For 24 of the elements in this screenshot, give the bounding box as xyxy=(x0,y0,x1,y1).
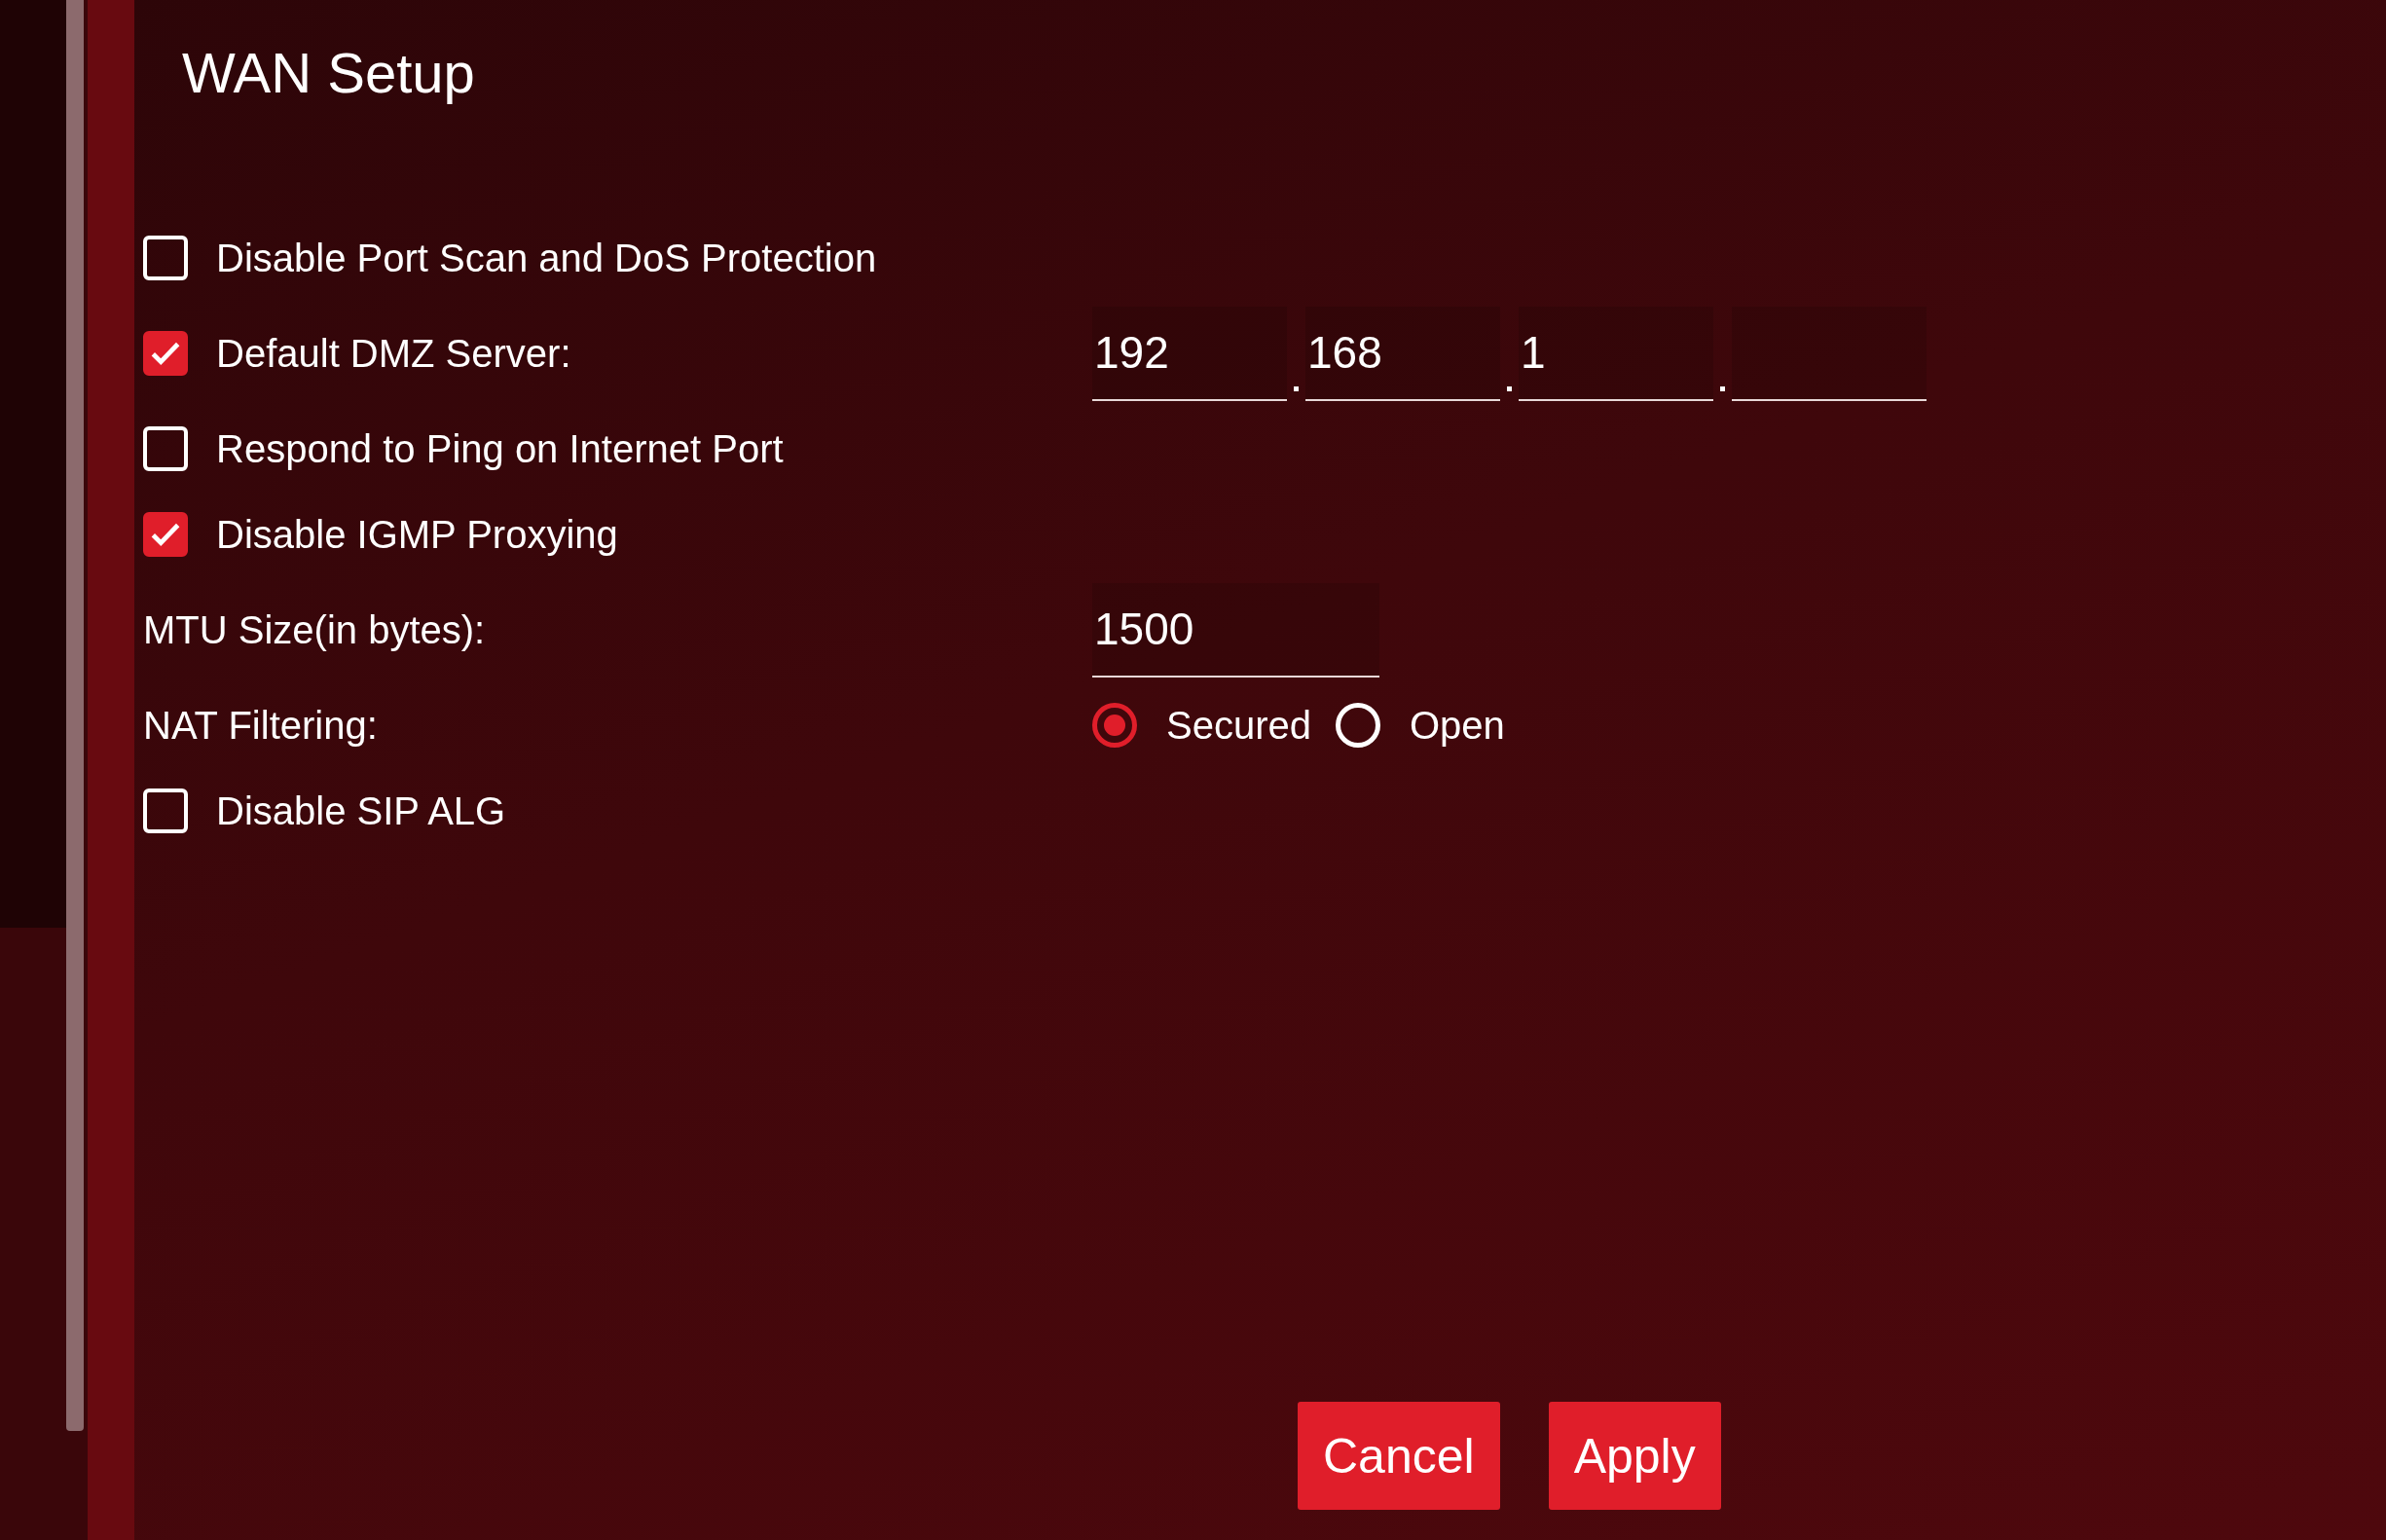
checkbox-label: Disable IGMP Proxying xyxy=(216,512,618,557)
ip-dot-separator xyxy=(1720,385,1725,391)
ip-octet-field[interactable]: 1 xyxy=(1519,306,1713,401)
radio-label: Open xyxy=(1410,703,1505,748)
action-button[interactable]: Cancel xyxy=(1298,1402,1500,1510)
checkbox-label: Respond to Ping on Internet Port xyxy=(216,426,784,471)
field-label: MTU Size(in bytes): xyxy=(143,607,486,652)
radio-label: Secured xyxy=(1166,703,1311,748)
action-button[interactable]: Apply xyxy=(1548,1402,1721,1510)
scrollbar-thumb[interactable] xyxy=(66,0,84,1431)
checkbox-label: Disable SIP ALG xyxy=(216,788,506,833)
checkbox[interactable] xyxy=(143,512,188,557)
checkbox[interactable] xyxy=(143,331,188,376)
ip-dot-separator xyxy=(1507,385,1512,391)
radio-button[interactable] xyxy=(1092,703,1137,748)
mtu-input-field[interactable]: 1500 xyxy=(1092,582,1379,678)
ip-octet-field[interactable] xyxy=(1732,306,1927,401)
ip-dot-separator xyxy=(1294,385,1299,391)
ip-octet-field[interactable]: 192 xyxy=(1092,306,1287,401)
ip-octet-field[interactable]: 168 xyxy=(1305,306,1500,401)
page-title: WAN Setup xyxy=(182,40,476,106)
checkbox-label: Default DMZ Server: xyxy=(216,331,571,376)
field-label: NAT Filtering: xyxy=(143,703,378,748)
checkbox-label: Disable Port Scan and DoS Protection xyxy=(216,236,877,280)
